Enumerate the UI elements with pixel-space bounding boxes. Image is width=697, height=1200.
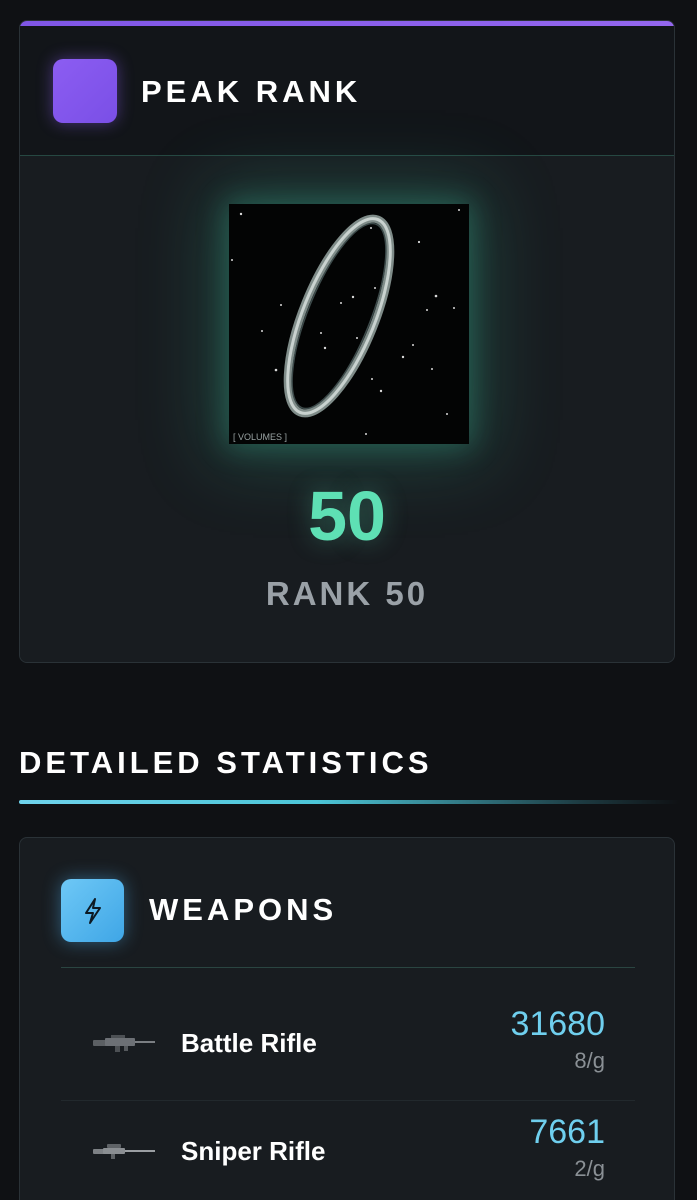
weapon-kills: 7661 (529, 1113, 605, 1151)
weapon-kills: 31680 (510, 1005, 605, 1043)
sniper-rifle-icon (93, 1144, 155, 1159)
detailed-statistics-heading: DETAILED STATISTICS (19, 745, 433, 780)
weapons-card: WEAPONS Battle Rifle 31680 8/g Sniper Ri… (19, 837, 675, 1200)
weapon-name: Battle Rifle (181, 1028, 317, 1058)
weapon-name: Sniper Rifle (181, 1136, 326, 1166)
rank-emblem-image: [ VOLUMES ] (229, 204, 469, 444)
peak-rank-header: PEAK RANK (20, 26, 674, 156)
stats-page: PEAK RANK [VOLUMES] 50 RANK 50 DETAILE… (0, 0, 697, 1200)
peak-rank-card: PEAK RANK [VOLUMES] 50 RANK 50 (19, 20, 675, 663)
lightning-bolt-icon (61, 879, 124, 942)
weapon-row[interactable]: Battle Rifle 31680 8/g (61, 993, 635, 1101)
weapon-rate: 8/g (574, 1048, 605, 1073)
section-underline (19, 800, 679, 804)
rank-number: 50 (308, 477, 386, 555)
weapons-title: WEAPONS (149, 892, 338, 927)
battle-rifle-icon (93, 1035, 155, 1052)
peak-rank-icon (53, 59, 117, 123)
rank-emblem-caption: [ VOLUMES ] (233, 432, 287, 442)
weapon-row[interactable]: Sniper Rifle 7661 2/g (61, 1101, 635, 1200)
weapons-divider (61, 967, 635, 968)
rank-label: RANK 50 (265, 575, 429, 612)
rank-emblem: [ VOLUMES ] (229, 204, 469, 444)
weapon-rate: 2/g (574, 1156, 605, 1181)
peak-rank-title: PEAK RANK (141, 74, 362, 109)
